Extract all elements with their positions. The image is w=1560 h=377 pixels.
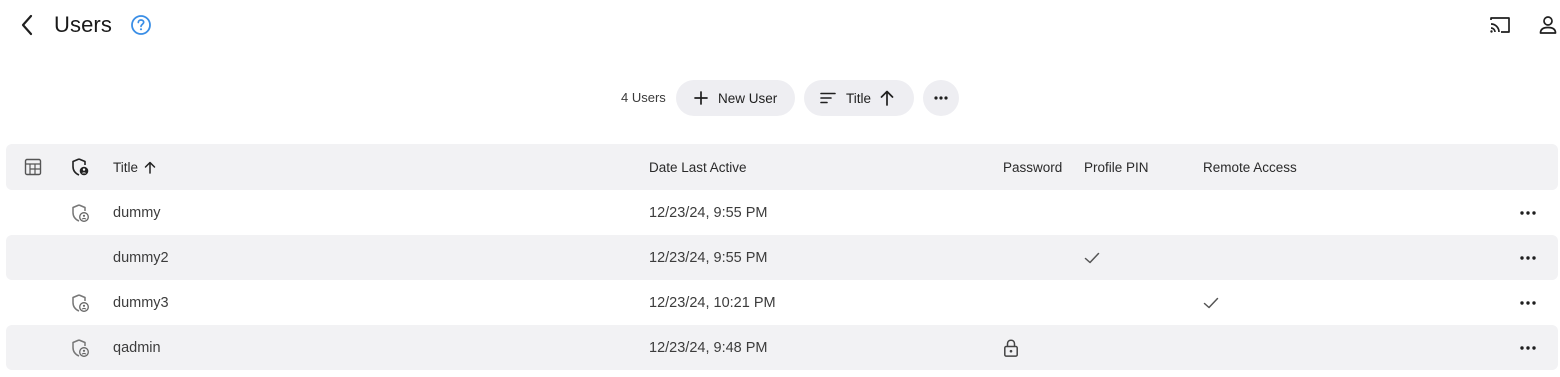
profile-pin-check <box>1084 235 1100 280</box>
calculator-grid-icon <box>24 158 42 176</box>
user-date-last-active: 12/23/24, 10:21 PM <box>649 294 776 311</box>
user-count: 4 Users <box>621 90 666 105</box>
shield-user-icon <box>72 338 89 357</box>
page-title: Users <box>54 12 112 37</box>
shield-user-icon <box>72 158 89 176</box>
plus-icon <box>694 91 708 105</box>
user-title[interactable]: dummy <box>113 190 161 235</box>
table-row[interactable]: dummy2 12/23/24, 9:55 PM <box>6 235 1558 280</box>
users-table: Title Date Last Active Password Profile … <box>6 144 1558 370</box>
person-icon <box>1539 16 1557 34</box>
chevron-left-icon <box>21 14 33 36</box>
row-more-button[interactable] <box>1516 325 1540 370</box>
arrow-up-icon <box>144 161 156 174</box>
password-lock <box>1003 325 1019 370</box>
more-horizontal-icon <box>1520 255 1536 260</box>
user-title[interactable]: qadmin <box>113 325 161 370</box>
date-column-header[interactable]: Date Last Active <box>649 144 747 190</box>
lock-icon <box>1004 338 1018 357</box>
user-date-last-active: 12/23/24, 9:55 PM <box>649 204 768 221</box>
table-row[interactable]: dummy 12/23/24, 9:55 PM <box>6 190 1558 235</box>
sort-button[interactable]: Title <box>804 80 914 116</box>
more-horizontal-icon <box>1520 345 1536 350</box>
arrow-up-icon <box>880 90 894 106</box>
title-column-header[interactable]: Title <box>113 144 156 190</box>
help-button[interactable] <box>130 14 152 36</box>
table-row[interactable]: dummy3 12/23/24, 10:21 PM <box>6 280 1558 325</box>
back-button[interactable] <box>14 11 40 39</box>
sort-lines-icon <box>820 92 836 104</box>
checkmark-icon <box>1084 252 1100 263</box>
user-date-last-active: 12/23/24, 9:55 PM <box>649 249 768 266</box>
user-title[interactable]: dummy3 <box>113 280 169 325</box>
cast-icon <box>1490 17 1510 33</box>
shield-user-icon <box>72 293 89 312</box>
row-more-button[interactable] <box>1516 280 1540 325</box>
select-column-header[interactable] <box>24 144 44 190</box>
shield-user-icon <box>72 203 89 222</box>
row-more-button[interactable] <box>1516 190 1540 235</box>
cast-button[interactable] <box>1488 14 1512 36</box>
password-column-header[interactable]: Password <box>1003 144 1062 190</box>
table-header: Title Date Last Active Password Profile … <box>6 144 1558 190</box>
sort-label: Title <box>846 90 872 106</box>
help-circle-icon <box>131 15 151 35</box>
more-options-button[interactable] <box>923 80 959 116</box>
row-more-button[interactable] <box>1516 235 1540 280</box>
admin-role-icon-cell <box>70 325 92 370</box>
new-user-label: New User <box>718 90 778 106</box>
page-header: Users <box>0 0 1560 52</box>
user-title[interactable]: dummy2 <box>113 235 169 280</box>
admin-role-icon-cell <box>70 190 92 235</box>
remote-column-header[interactable]: Remote Access <box>1203 144 1297 190</box>
toolbar: 4 Users New User Title <box>0 80 1560 116</box>
admin-role-icon-cell <box>70 280 92 325</box>
table-row[interactable]: qadmin 12/23/24, 9:48 PM <box>6 325 1558 370</box>
more-horizontal-icon <box>1520 300 1536 305</box>
remote-access-check <box>1203 280 1219 325</box>
account-button[interactable] <box>1538 14 1558 36</box>
more-horizontal-icon <box>934 96 948 100</box>
pin-column-header[interactable]: Profile PIN <box>1084 144 1149 190</box>
more-horizontal-icon <box>1520 210 1536 215</box>
new-user-button[interactable]: New User <box>676 80 795 116</box>
title-column-label: Title <box>113 159 139 175</box>
checkmark-icon <box>1203 297 1219 308</box>
role-column-header[interactable] <box>70 144 92 190</box>
user-date-last-active: 12/23/24, 9:48 PM <box>649 339 768 356</box>
